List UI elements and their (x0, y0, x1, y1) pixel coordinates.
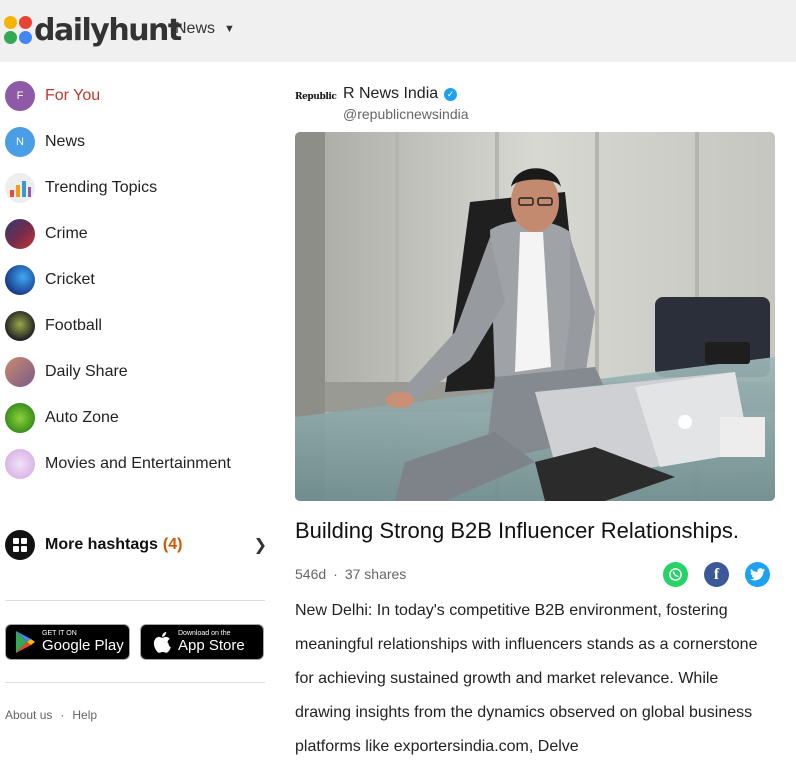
divider (5, 682, 265, 683)
logo-text: dailyhunt (34, 12, 182, 48)
article-meta: 546d · 37 shares (295, 566, 406, 582)
article-hero-image[interactable] (295, 132, 775, 501)
google-play-button[interactable]: GET IT ON Google Play (5, 624, 130, 660)
sidebar-item-movies-entertainment[interactable]: Movies and Entertainment (5, 448, 231, 480)
help-link[interactable]: Help (72, 708, 97, 722)
sidebar-item-label: Movies and Entertainment (45, 455, 231, 472)
article-age: 546d (295, 566, 327, 582)
separator-dot: · (60, 708, 65, 722)
more-hashtags-label: More hashtags (45, 536, 158, 553)
sidebar-item-auto-zone[interactable]: Auto Zone (5, 402, 119, 434)
news-dropdown[interactable]: News ▼ (175, 20, 235, 38)
trending-avatar-icon (5, 173, 35, 203)
app-store-big-text: App Store (178, 637, 245, 654)
about-us-link[interactable]: About us (5, 708, 52, 722)
letter-avatar-icon: N (5, 127, 35, 157)
letter-avatar-icon: F (5, 81, 35, 111)
logo-mark-icon (4, 16, 32, 44)
facebook-share-button[interactable]: f (704, 562, 729, 587)
sidebar: F For You N News Trending Topics Crime C… (0, 62, 280, 758)
sidebar-item-trending-topics[interactable]: Trending Topics (5, 172, 157, 204)
sidebar-item-label: Crime (45, 225, 88, 242)
publisher-handle: @republicnewsindia (343, 106, 469, 122)
publisher-name: R News India (343, 85, 439, 102)
separator-dot: · (333, 566, 338, 582)
sidebar-item-label: For You (45, 87, 101, 104)
publisher-logo-text: Republic (295, 92, 337, 102)
google-play-big-text: Google Play (42, 637, 124, 654)
movies-avatar-icon (5, 449, 35, 479)
news-dropdown-label: News (175, 20, 216, 37)
sidebar-item-label: Cricket (45, 271, 95, 288)
sidebar-item-label: Daily Share (45, 363, 128, 380)
article-body: New Delhi: In today's competitive B2B en… (295, 602, 758, 755)
football-avatar-icon (5, 311, 35, 341)
sidebar-item-label: News (45, 133, 86, 150)
app-store-button[interactable]: Download on the App Store (140, 624, 264, 660)
daily-share-avatar-icon (5, 357, 35, 387)
cricket-avatar-icon (5, 265, 35, 295)
sidebar-item-daily-share[interactable]: Daily Share (5, 356, 128, 388)
sidebar-item-label: Football (45, 317, 102, 334)
auto-zone-avatar-icon (5, 403, 35, 433)
crime-avatar-icon (5, 219, 35, 249)
grid-icon (5, 530, 35, 560)
chevron-right-icon: ❯ (253, 537, 267, 554)
twitter-share-button[interactable] (745, 562, 770, 587)
whatsapp-share-button[interactable] (663, 562, 688, 587)
top-bar: dailyhunt News ▼ (0, 0, 796, 62)
share-count: 37 shares (344, 566, 407, 582)
verified-badge-icon: ✓ (444, 87, 458, 101)
sidebar-item-label: Auto Zone (45, 409, 119, 426)
publisher-logo: Republic (295, 92, 337, 114)
sidebar-item-cricket[interactable]: Cricket (5, 264, 95, 296)
google-play-icon (16, 631, 35, 653)
sidebar-item-news[interactable]: N News (5, 126, 85, 158)
more-hashtags-button[interactable]: More hashtags (4) ❯ (5, 529, 267, 561)
sidebar-item-for-you[interactable]: F For You (5, 80, 100, 112)
divider (5, 600, 265, 601)
twitter-icon (750, 568, 765, 581)
footer-links: About us · Help (5, 708, 97, 722)
more-hashtags-count: (4) (162, 536, 183, 553)
article-headline[interactable]: Building Strong B2B Influencer Relations… (295, 517, 775, 545)
publisher-header[interactable]: Republic R News India ✓ @republicnewsind… (295, 84, 775, 124)
whatsapp-icon (669, 568, 682, 581)
sidebar-item-football[interactable]: Football (5, 310, 102, 342)
caret-down-icon: ▼ (224, 23, 235, 35)
sidebar-item-crime[interactable]: Crime (5, 218, 88, 250)
facebook-icon: f (713, 565, 720, 583)
sidebar-item-label: Trending Topics (45, 179, 158, 196)
apple-icon (153, 632, 171, 653)
dailyhunt-logo[interactable]: dailyhunt (4, 10, 182, 50)
